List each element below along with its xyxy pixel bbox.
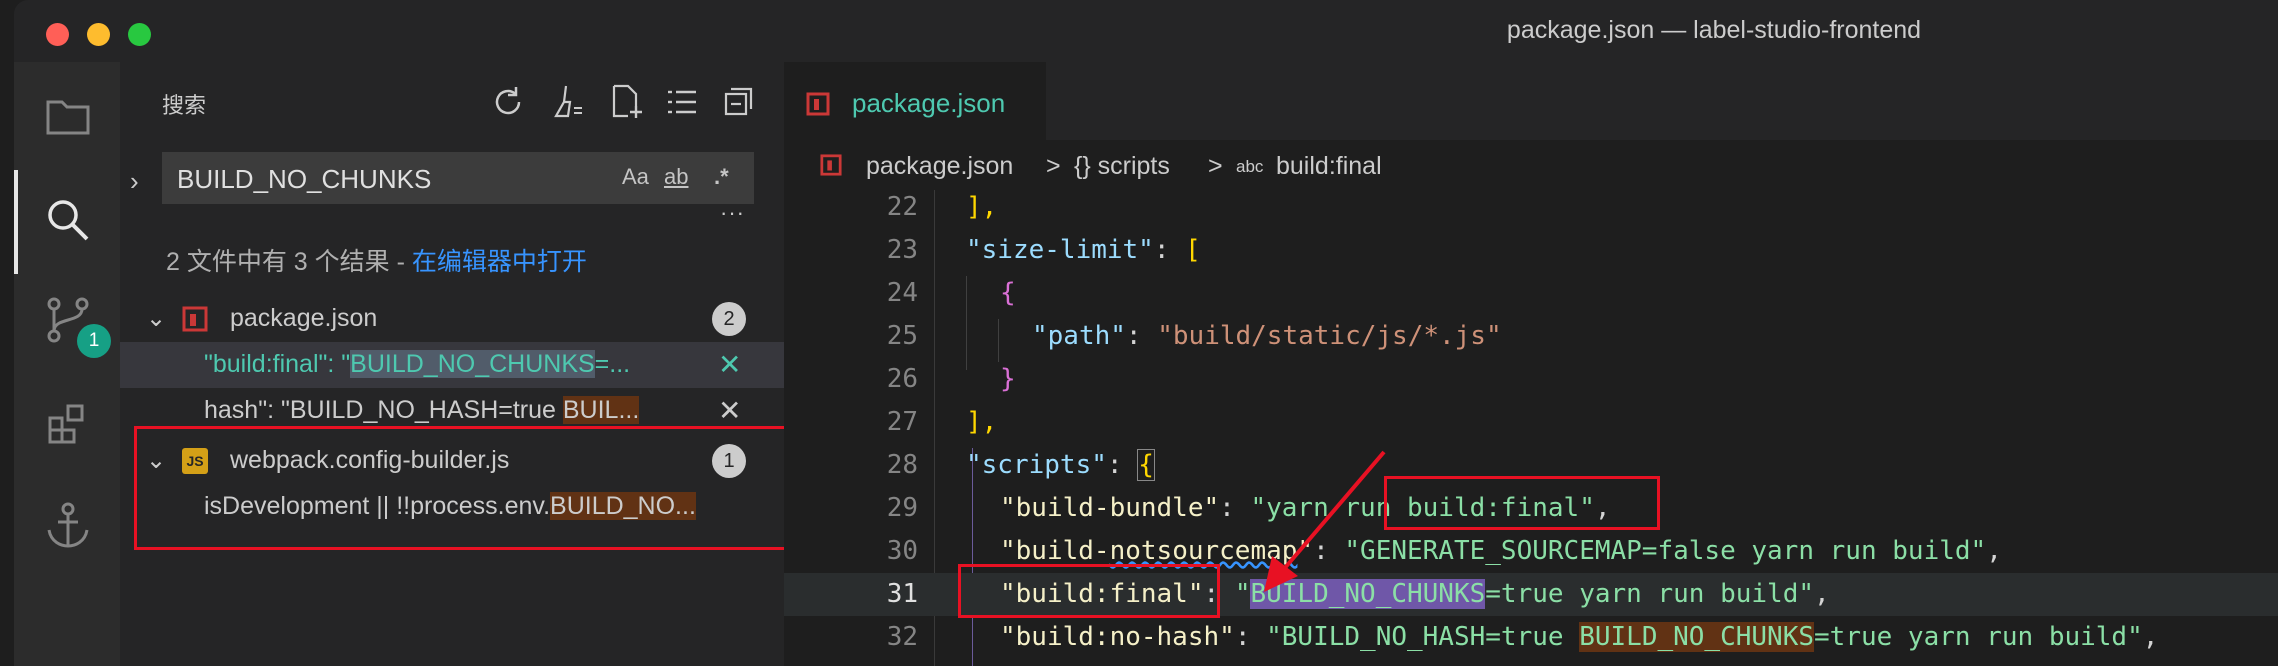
tab-label: package.json [852,88,1006,118]
maximize-window-button[interactable] [128,23,151,46]
npm-file-icon [182,306,208,332]
line-number: 28 [886,450,918,480]
refresh-icon[interactable] [488,82,528,122]
window-title: package.json — label-studio-frontend [1506,16,1922,44]
code-line: 32 "build:no-hash": "BUILD_NO_HASH=true … [784,616,2278,659]
line-number: 22 [886,192,918,222]
extensions-icon[interactable] [42,398,94,450]
npm-file-icon [806,92,830,116]
code-text: { [1000,278,1016,308]
line-number: 27 [886,407,918,437]
code-text: "scripts": { [966,449,1155,481]
sidebar-title: 搜索 [162,93,207,118]
breadcrumb-separator: > [1046,152,1061,180]
minimize-window-button[interactable] [87,23,110,46]
code-line: 27 ], [784,401,2278,444]
breadcrumb-file[interactable]: package.json [866,152,1013,181]
new-search-editor-icon[interactable] [606,82,646,122]
breadcrumb-separator: > [1208,152,1223,180]
search-input[interactable]: BUILD_NO_CHUNKS Aa ab .* [162,152,754,204]
match-whole-word-toggle[interactable]: ab [664,164,688,190]
code-line: 26 } [784,358,2278,401]
line-number: 31 [886,579,918,609]
search-match-row[interactable]: "build:final": "BUILD_NO_CHUNKS=... ✕ [120,342,784,388]
code-text: } [1000,364,1016,394]
match-case-toggle[interactable]: Aa [622,164,649,190]
open-in-editor-link[interactable]: 在编辑器中打开 [412,248,587,276]
explorer-icon[interactable] [42,90,94,142]
use-regex-toggle[interactable]: .* [714,164,729,190]
active-indicator [14,170,18,274]
clear-results-icon[interactable] [546,82,586,122]
view-as-tree-icon[interactable] [662,82,702,122]
tab-bar: package.json [784,62,2278,142]
match-text: hash": "BUILD_NO_HASH=true BUIL... [204,396,640,424]
search-input-value: BUILD_NO_CHUNKS [177,164,432,194]
anchor-icon[interactable] [42,500,94,552]
annotation-highlight-box [134,426,838,550]
dismiss-match-icon[interactable]: ✕ [718,394,741,427]
toggle-search-details-button[interactable]: ··· [720,200,745,226]
title-bar: package.json — label-studio-frontend [14,0,2278,62]
line-number: 29 [886,493,918,523]
close-window-button[interactable] [46,23,69,46]
search-sidebar: 搜索 › BUILD_NO_CHUNKS Aa ab .* ··· 2 文件中有… [120,62,784,666]
result-count-text: 2 文件中有 3 个结果 - [166,248,412,276]
npm-file-icon [820,154,842,176]
match-count-badge: 2 [712,302,746,336]
breadcrumb-build-final[interactable]: build:final [1276,152,1382,181]
code-text: "path": "build/static/js/*.js" [1032,321,1502,351]
code-line: 23 "size-limit": [ [784,229,2278,272]
search-icon[interactable] [42,194,94,246]
annotation-arrow-icon [1264,450,1386,592]
result-summary: 2 文件中有 3 个结果 - 在编辑器中打开 [166,242,587,278]
line-number: 23 [886,235,918,265]
code-text: "build:no-hash": "BUILD_NO_HASH=true BUI… [1000,622,2159,652]
scm-badge: 1 [77,324,111,358]
line-number: 32 [886,622,918,652]
code-text: ], [966,407,998,437]
code-line: 25 "path": "build/static/js/*.js" [784,315,2278,358]
line-number: 26 [886,364,918,394]
activity-bar: 1 [14,62,120,666]
line-number: 24 [886,278,918,308]
annotation-highlight-box [1384,476,1660,530]
string-property-icon: abc [1236,157,1264,176]
breadcrumb-scripts[interactable]: {} scripts [1074,152,1170,181]
toggle-replace-chevron-icon[interactable]: › [130,166,139,197]
code-line: 24 { [784,272,2278,315]
result-file-package-json[interactable]: ⌄ package.json 2 [120,296,784,342]
dismiss-match-icon[interactable]: ✕ [718,348,741,381]
result-file-name: package.json [230,304,378,332]
chevron-down-icon[interactable]: ⌄ [146,304,166,333]
annotation-highlight-box [958,564,1220,618]
line-number: 30 [886,536,918,566]
line-number: 25 [886,321,918,351]
code-text: ], [966,192,998,222]
breadcrumb: package.json > {} scripts > abc build:fi… [784,140,2278,190]
code-line: 22 ], [784,190,2278,229]
tab-package-json[interactable]: package.json [784,62,1046,142]
collapse-all-icon[interactable] [718,82,758,122]
code-text: "build-notsourcemap": "GENERATE_SOURCEMA… [1000,536,2002,566]
code-text: "size-limit": [ [966,235,1201,265]
match-text: "build:final": "BUILD_NO_CHUNKS=... [204,350,631,378]
